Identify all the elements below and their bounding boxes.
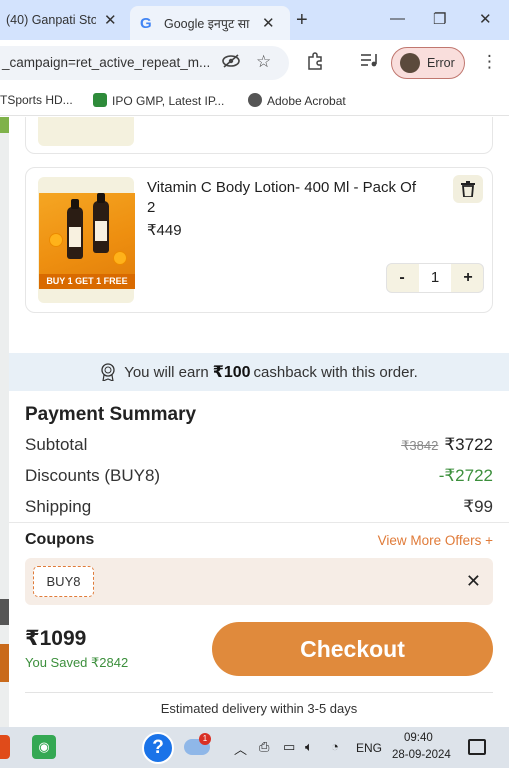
cashback-prefix: You will earn <box>124 363 209 381</box>
savings-text: You Saved ₹2842 <box>25 655 129 670</box>
url-text: _campaign=ret_active_repeat_m... <box>2 55 211 70</box>
chevron-up-icon[interactable]: ︿ <box>234 739 247 758</box>
divider <box>25 692 493 693</box>
quantity-stepper: - 1 + <box>386 263 484 293</box>
payment-summary-title: Payment Summary <box>25 404 197 425</box>
trash-icon <box>461 181 475 197</box>
bookmark-ipo-gmp[interactable]: IPO GMP, Latest IP... <box>93 93 224 108</box>
tab-google-input[interactable]: G Google इनपुट सा ✕ <box>130 6 290 40</box>
orange-graphic <box>113 251 127 265</box>
media-queue-icon[interactable] <box>360 52 378 72</box>
google-icon: G <box>140 15 152 32</box>
profile-error-button[interactable]: Error <box>391 47 465 79</box>
help-icon[interactable]: ? <box>142 732 174 764</box>
clock-time[interactable]: 09:40 <box>404 732 433 744</box>
coupon-code-tag: BUY8 <box>33 566 94 597</box>
meet-now-icon[interactable]: ⎙ <box>259 739 269 755</box>
globe-icon <box>248 93 262 107</box>
profile-error-label: Error <box>427 56 455 70</box>
bookmark-label: TSports HD... <box>0 93 73 107</box>
battery-icon[interactable]: ▭ <box>283 739 295 755</box>
background-button <box>0 644 9 682</box>
tab-title: (40) Ganpati Sto <box>6 13 96 27</box>
cashback-amount: ₹100 <box>212 364 251 381</box>
bookmark-tsports[interactable]: TSports HD... <box>0 93 73 107</box>
notification-badge: 1 <box>199 733 211 745</box>
discount-label: Discounts (BUY8) <box>25 466 161 485</box>
shipping-value: ₹99 <box>463 497 493 516</box>
taskbar: ◉ ? 1 ︿ ⎙ ▭ 🔈︎ ◔ ENG 09:40 28-09-2024 <box>0 727 509 768</box>
subtotal-value: ₹3722 <box>444 435 493 454</box>
clock-date[interactable]: 28-09-2024 <box>392 749 451 761</box>
background-block <box>0 599 9 625</box>
bookmarks-bar: TSports HD... IPO GMP, Latest IP... Adob… <box>0 86 509 116</box>
decrease-quantity-button[interactable]: - <box>387 264 417 292</box>
bottle-graphic <box>93 193 109 253</box>
increase-quantity-button[interactable]: + <box>453 264 483 292</box>
subtotal-original: ₹3842 <box>401 438 439 453</box>
cart-item: - 1 + <box>25 117 493 154</box>
extensions-icon[interactable] <box>306 52 324 74</box>
applied-coupon-box: BUY8 ✕ <box>25 558 493 605</box>
remove-item-button[interactable] <box>453 175 483 203</box>
discount-row: Discounts (BUY8) -₹2722 <box>25 466 493 486</box>
page-viewport: - 1 + BUY 1 GET 1 FREE Vitamin C Body Lo… <box>0 117 509 727</box>
tab-ganpati-store[interactable]: (40) Ganpati Sto ✕ <box>0 0 130 40</box>
restore-icon[interactable]: ❐ <box>433 10 446 28</box>
new-tab-button[interactable]: + <box>296 9 308 32</box>
quantity-value[interactable]: 1 <box>419 264 451 292</box>
product-photo: BUY 1 GET 1 FREE <box>39 193 135 289</box>
notification-center-icon[interactable] <box>468 739 486 755</box>
browser-menu-icon[interactable]: ⋮ <box>481 52 498 72</box>
url-field[interactable]: _campaign=ret_active_repeat_m... <box>0 46 289 80</box>
minimize-icon[interactable]: — <box>390 10 405 27</box>
discount-value: -₹2722 <box>438 466 493 485</box>
tripadvisor-icon[interactable]: ◉ <box>32 735 56 759</box>
avatar <box>400 53 420 73</box>
address-bar-row: _campaign=ret_active_repeat_m... ☆ Error… <box>0 40 509 86</box>
bottle-graphic <box>67 199 83 259</box>
close-tab-icon[interactable]: ✕ <box>262 14 275 32</box>
product-image[interactable]: BUY 1 GET 1 FREE <box>38 177 135 303</box>
product-image <box>38 117 134 146</box>
bookmark-label: Adobe Acrobat <box>267 94 346 108</box>
taskbar-app-icon[interactable] <box>0 735 10 759</box>
cart-drawer: - 1 + BUY 1 GET 1 FREE Vitamin C Body Lo… <box>9 117 509 727</box>
bookmark-label: IPO GMP, Latest IP... <box>112 94 225 108</box>
product-price: ₹449 <box>147 222 182 239</box>
remove-coupon-icon[interactable]: ✕ <box>466 571 481 592</box>
close-tab-icon[interactable]: ✕ <box>104 11 117 29</box>
product-name[interactable]: Vitamin C Body Lotion- 400 Ml - Pack Of … <box>147 178 427 218</box>
language-indicator[interactable]: ENG <box>356 741 382 755</box>
cashback-suffix: cashback with this order. <box>253 363 418 381</box>
delivery-estimate: Estimated delivery within 3-5 days <box>160 701 358 716</box>
subtotal-row: Subtotal ₹3842 ₹3722 <box>25 435 493 455</box>
subtotal-label: Subtotal <box>25 435 88 454</box>
checkout-button[interactable]: Checkout <box>212 622 493 676</box>
background-banner <box>0 117 9 133</box>
eye-off-icon[interactable] <box>222 54 240 71</box>
close-window-icon[interactable]: ✕ <box>479 10 492 28</box>
bookmark-adobe-acrobat[interactable]: Adobe Acrobat <box>248 93 346 108</box>
volume-icon[interactable]: 🔈︎ <box>305 739 313 755</box>
browser-tab-bar: (40) Ganpati Sto ✕ G Google इनपुट सा ✕ +… <box>0 0 509 40</box>
view-more-offers-link[interactable]: View More Offers + <box>378 533 493 548</box>
chart-icon <box>93 93 107 107</box>
divider <box>9 522 509 523</box>
orange-graphic <box>49 233 63 247</box>
cashback-banner: You will earn ₹100 cashback with this or… <box>9 353 509 391</box>
bookmark-star-icon[interactable]: ☆ <box>256 52 271 72</box>
tab-title: Google इनपुट सा <box>164 16 250 31</box>
shipping-label: Shipping <box>25 497 92 516</box>
medal-icon <box>100 363 116 382</box>
offer-badge: BUY 1 GET 1 FREE <box>39 274 135 289</box>
cart-item: BUY 1 GET 1 FREE Vitamin C Body Lotion- … <box>25 167 493 313</box>
coupons-label: Coupons <box>25 531 95 548</box>
wifi-icon[interactable]: ◔ <box>331 739 339 754</box>
shipping-row: Shipping ₹99 <box>25 497 493 517</box>
background-page-strip <box>0 117 9 727</box>
order-total: ₹1099 <box>25 627 87 650</box>
